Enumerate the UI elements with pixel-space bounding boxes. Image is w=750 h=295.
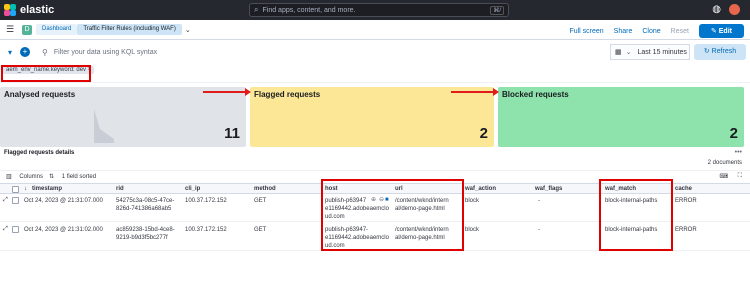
filter-row: aem_env_name.keyword: dev ×: [0, 63, 750, 83]
cell-waf-action: block: [465, 198, 480, 204]
top-header: elastic ⌕ Find apps, content, and more. …: [0, 0, 750, 20]
expand-row-icon[interactable]: ⤢: [3, 196, 8, 204]
user-avatar[interactable]: [729, 4, 740, 15]
app-bar: ☰ D Dashboard Traffic Filter Rules (incl…: [0, 20, 750, 40]
cell-waf-flags: -: [538, 198, 540, 204]
panel-title: Analysed requests: [4, 90, 76, 99]
chevron-down-icon[interactable]: ⌄: [185, 26, 191, 34]
metric-value: 11: [224, 125, 240, 142]
panel-title: Blocked requests: [502, 90, 569, 99]
help-icon[interactable]: ◍: [712, 4, 721, 16]
highlight-box-waf-match: [599, 179, 673, 251]
edit-button[interactable]: ✎ Edit: [698, 24, 744, 38]
breadcrumb-dashboard[interactable]: Dashboard: [36, 24, 78, 35]
blocked-requests-panel: Blocked requests 2: [498, 87, 744, 147]
sparkline-shape: [94, 109, 114, 143]
panel-title: Flagged requests: [254, 90, 321, 99]
document-count: 2 documents: [707, 160, 742, 166]
cell-cache: ERROR: [675, 227, 697, 233]
metric-value: 2: [479, 125, 488, 142]
analysed-requests-panel: Analysed requests 11: [0, 87, 246, 147]
refresh-icon: ↻: [703, 48, 710, 55]
col-header-waf-action[interactable]: waf_action: [465, 184, 496, 194]
elastic-logo[interactable]: elastic: [4, 4, 64, 16]
cell-waf-flags: -: [538, 227, 540, 233]
search-placeholder: Find apps, content, and more.: [262, 6, 356, 14]
highlight-box: [1, 65, 91, 82]
cell-timestamp: Oct 24, 2023 @ 21:31:07.000: [24, 198, 103, 204]
cell-cli-ip: 100.37.172.152: [185, 198, 227, 204]
columns-button[interactable]: ▥ Columns: [6, 173, 43, 180]
cell-cache: ERROR: [675, 198, 697, 204]
refresh-label: Refresh: [711, 48, 737, 55]
cell-rid: 9219-b9d3f5bc277f: [116, 235, 168, 241]
col-header-timestamp[interactable]: timestamp: [32, 184, 62, 194]
edit-label: Edit: [718, 28, 732, 35]
keyboard-icon[interactable]: ⌨: [719, 173, 728, 180]
cell-cli-ip: 100.37.172.152: [185, 227, 227, 233]
query-bar: ▾ + ⚲ Filter your data using KQL syntax …: [0, 41, 750, 63]
col-header-method[interactable]: method: [254, 184, 276, 194]
space-badge[interactable]: D: [22, 24, 32, 35]
breadcrumb-current: Traffic Filter Rules (including WAF): [77, 24, 182, 35]
full-screen-button[interactable]: Full screen: [569, 28, 603, 35]
cell-method: GET: [254, 198, 267, 204]
panel-options-icon[interactable]: •••: [735, 149, 742, 156]
annotation-arrow: [451, 88, 499, 96]
col-header-cache[interactable]: cache: [675, 184, 692, 194]
cell-timestamp: Oct 24, 2023 @ 21:31:02.000: [24, 227, 103, 233]
metric-value: 2: [729, 125, 738, 142]
date-picker[interactable]: ▦ ⌄ Last 15 minutes: [610, 44, 690, 60]
kql-placeholder: Filter your data using KQL syntax: [53, 48, 158, 56]
sort-label: 1 field sorted: [61, 174, 97, 180]
search-icon: ⌕: [254, 5, 259, 14]
time-range-label[interactable]: Last 15 minutes: [638, 49, 687, 56]
clone-button[interactable]: Clone: [642, 28, 660, 35]
filter-menu-icon[interactable]: ▾: [8, 48, 12, 57]
refresh-button[interactable]: ↻ Refresh: [694, 44, 746, 60]
share-button[interactable]: Share: [614, 28, 633, 35]
cell-rid: 826d-741386a68ab5: [116, 206, 172, 212]
calendar-icon[interactable]: ▦: [615, 48, 622, 56]
global-search-input[interactable]: ⌕ Find apps, content, and more. ⌘/: [249, 3, 509, 17]
sort-desc-icon[interactable]: ↓: [24, 184, 27, 194]
cell-rid: 54275c3a-08c5-47ce-: [116, 198, 175, 204]
annotation-arrow: [203, 88, 251, 96]
col-header-rid[interactable]: rid: [116, 184, 124, 194]
col-header-cli-ip[interactable]: cli_ip: [185, 184, 200, 194]
cell-rid: ac859238-15bd-4ce8-: [116, 227, 175, 233]
menu-icon[interactable]: ☰: [6, 24, 16, 35]
elastic-logo-icon: [4, 4, 16, 16]
row-checkbox[interactable]: [12, 197, 19, 204]
col-header-waf-flags[interactable]: waf_flags: [535, 184, 562, 194]
flagged-requests-panel: Flagged requests 2: [250, 87, 494, 147]
search-shortcut: ⌘/: [490, 5, 504, 15]
cell-method: GET: [254, 227, 267, 233]
expand-row-icon[interactable]: ⤢: [3, 225, 8, 233]
fullscreen-icon[interactable]: ⛶: [738, 173, 742, 180]
columns-label: Columns: [19, 174, 44, 180]
add-filter-button[interactable]: +: [20, 47, 31, 57]
reset-button[interactable]: Reset: [671, 28, 689, 35]
kql-query-input[interactable]: ⚲ Filter your data using KQL syntax: [42, 44, 602, 60]
table-title: Flagged requests details: [4, 150, 75, 156]
highlight-box-host-url: [321, 179, 464, 251]
chevron-down-icon[interactable]: ⌄: [626, 48, 632, 56]
filter-icon: ⚲: [42, 47, 48, 57]
sort-button[interactable]: ⇅ 1 field sorted: [49, 173, 96, 180]
select-all-checkbox[interactable]: [12, 186, 19, 193]
brand-name: elastic: [20, 4, 55, 16]
cell-waf-action: block: [465, 227, 480, 233]
row-checkbox[interactable]: [12, 226, 19, 233]
